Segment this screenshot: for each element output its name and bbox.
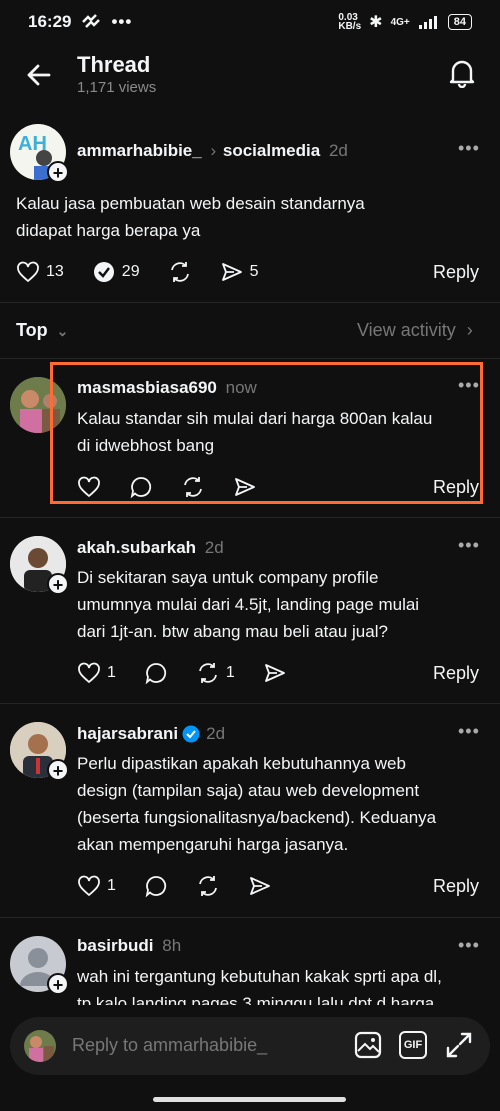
repost-button[interactable]: [196, 874, 220, 898]
follow-plus-button[interactable]: +: [47, 973, 69, 995]
status-bar: 16:29 ••• 0.03 KB/s ✱ 4G+ 84: [0, 0, 500, 44]
send-icon: [221, 263, 242, 281]
reply-button[interactable]: Reply: [433, 663, 479, 684]
divider: [0, 917, 500, 918]
reply-actions: 1 1: [77, 661, 315, 685]
more-options-icon[interactable]: •••: [458, 935, 480, 956]
post-actions: 13 29 5: [16, 260, 287, 284]
reply-button[interactable]: Reply: [433, 876, 479, 897]
divider: [0, 703, 500, 704]
share-button[interactable]: [248, 874, 272, 898]
follow-plus-button[interactable]: +: [47, 573, 69, 595]
comment-icon: [145, 663, 167, 685]
thread-header: Thread 1,171 views: [0, 44, 500, 104]
repost-icon: [199, 876, 217, 896]
like-button[interactable]: 1: [77, 661, 116, 685]
comment-button[interactable]: 29: [92, 260, 140, 284]
divider: [0, 517, 500, 518]
heart-icon: [78, 875, 100, 897]
more-options-icon[interactable]: •••: [458, 721, 480, 742]
more-options-icon[interactable]: •••: [458, 138, 480, 159]
bell-icon[interactable]: [448, 58, 476, 88]
heart-icon: [78, 662, 100, 684]
share-button[interactable]: 5: [220, 260, 259, 284]
reply-text: Perlu dipastikan apakah kebutuhannya web…: [77, 754, 437, 854]
heart-icon: [17, 261, 39, 283]
app-notification-icon: [82, 14, 101, 28]
follow-plus-button[interactable]: +: [47, 759, 69, 781]
more-options-icon[interactable]: •••: [458, 535, 480, 556]
reply-author[interactable]: hajarsabrani 2d: [77, 724, 225, 744]
post-text: Kalau jasa pembuatan web desain standarn…: [16, 194, 365, 240]
home-indicator[interactable]: [153, 1097, 346, 1102]
reply-button[interactable]: Reply: [433, 262, 479, 283]
sort-dropdown[interactable]: Top ⌄: [16, 320, 68, 341]
repost-icon: [170, 262, 189, 282]
post-author[interactable]: ammarhabibie_ › socialmedia 2d: [77, 141, 348, 161]
page-title: Thread: [77, 52, 151, 77]
highlight-box: [50, 362, 483, 504]
send-icon: [250, 877, 270, 895]
chevron-down-icon: ⌄: [56, 323, 69, 339]
reply-author[interactable]: akah.subarkah 2d: [77, 538, 224, 558]
follow-plus-button[interactable]: +: [47, 161, 69, 183]
more-notifications-icon: •••: [111, 12, 133, 31]
like-button[interactable]: 13: [16, 260, 64, 284]
signal-icon: [418, 16, 437, 29]
reply-actions: 1: [77, 874, 300, 898]
reply-composer[interactable]: Reply to ammarhabibie_ GIF: [10, 1017, 490, 1075]
bluetooth-icon: ✱: [369, 14, 383, 31]
reply-author[interactable]: basirbudi 8h: [77, 936, 181, 956]
back-arrow-icon[interactable]: [24, 60, 54, 90]
comment-icon: [145, 876, 167, 898]
verified-badge-icon: [182, 725, 200, 743]
clock: 16:29: [28, 12, 72, 31]
chevron-right-icon: ›: [466, 320, 473, 340]
repost-button[interactable]: 1: [196, 661, 235, 685]
network-type: 4G+: [390, 16, 410, 28]
view-activity-link[interactable]: View activity ›: [357, 320, 473, 341]
gif-button[interactable]: GIF: [399, 1031, 427, 1059]
like-button[interactable]: 1: [77, 874, 116, 898]
divider: [0, 358, 500, 359]
comment-button[interactable]: [144, 874, 168, 898]
repost-icon: [199, 663, 217, 683]
send-icon: [264, 664, 285, 682]
comment-button[interactable]: [144, 661, 168, 685]
avatar: [24, 1030, 56, 1062]
expand-icon[interactable]: [445, 1031, 473, 1059]
share-button[interactable]: [263, 661, 287, 685]
verified-comment-icon: [93, 262, 114, 282]
image-icon[interactable]: [354, 1031, 382, 1059]
view-count: 1,171 views: [77, 79, 157, 96]
reply-input[interactable]: Reply to ammarhabibie_: [72, 1035, 267, 1056]
repost-button[interactable]: [168, 260, 192, 284]
network-speed: 0.03 KB/s: [338, 12, 362, 32]
battery-indicator: 84: [447, 14, 472, 30]
reply-text: Di sekitaran saya untuk company profile …: [77, 568, 420, 641]
divider: [0, 302, 500, 303]
